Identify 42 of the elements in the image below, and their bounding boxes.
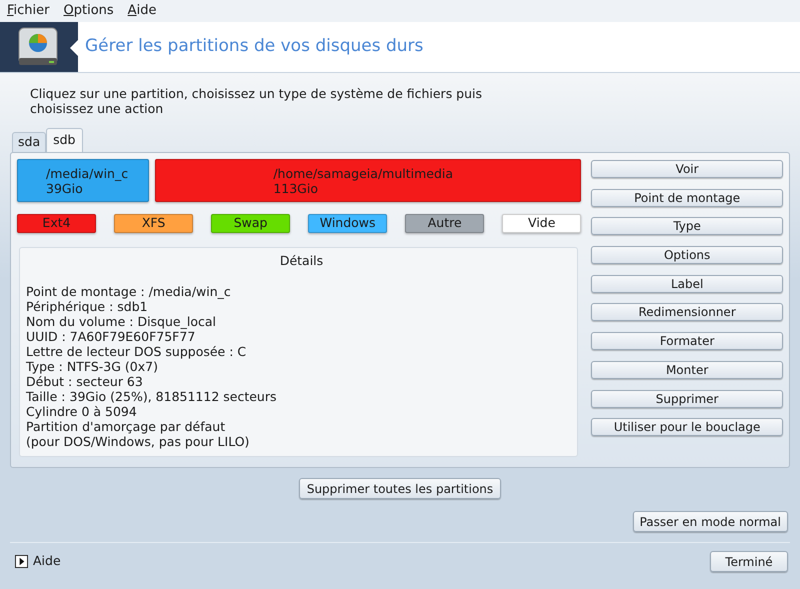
delete-all-button[interactable]: Supprimer toutes les partitions bbox=[298, 478, 502, 499]
action-button[interactable]: Formater bbox=[591, 332, 783, 350]
legend-swatch: Ext4 bbox=[17, 214, 96, 233]
legend-swatch: Autre bbox=[405, 214, 484, 233]
detail-line: (pour DOS/Windows, pas pour LILO) bbox=[26, 434, 250, 449]
detail-line: Partition d'amorçage par défaut bbox=[26, 418, 226, 434]
action-button[interactable]: Utiliser pour le bouclage bbox=[591, 418, 783, 436]
help-toggle[interactable]: Aide bbox=[15, 552, 61, 571]
detail-line: Périphérique : sdb1 bbox=[26, 298, 148, 314]
action-button[interactable]: Point de montage bbox=[591, 188, 783, 207]
detail-line: UUID : 7A60F79E60F75F77 bbox=[26, 328, 196, 344]
legend-swatch: Windows bbox=[308, 214, 388, 233]
action-button[interactable]: Label bbox=[591, 274, 783, 293]
detail-line: Nom du volume : Disque_local bbox=[26, 314, 217, 329]
action-button[interactable]: Redimensionner bbox=[591, 303, 783, 322]
detail-line: Type : NTFS-3G (0x7) bbox=[26, 358, 159, 374]
detail-line: Lettre de lecteur DOS supposée : C bbox=[26, 344, 248, 359]
menu-item[interactable]: Options bbox=[64, 1, 114, 21]
header-title: Gérer les partitions de vos disques durs bbox=[85, 35, 424, 58]
partition-block[interactable]: /media/win_c 39Gio bbox=[17, 159, 150, 202]
disk-tab[interactable]: sda bbox=[12, 132, 46, 152]
disk-tab[interactable]: sdb bbox=[46, 128, 82, 152]
legend-swatch: Swap bbox=[211, 214, 290, 233]
done-button[interactable]: Terminé bbox=[710, 551, 788, 572]
mode-button[interactable]: Passer en mode normal bbox=[632, 511, 788, 532]
instruction-text: Cliquez sur une partition, choisissez un type de système de fichiers puis choisissez une action bbox=[30, 86, 484, 116]
action-button[interactable]: Supprimer bbox=[591, 390, 783, 408]
detail-line: Cylindre 0 à 5094 bbox=[26, 404, 138, 419]
action-button[interactable]: Voir bbox=[591, 160, 783, 178]
action-button[interactable]: Monter bbox=[591, 360, 783, 379]
details-title: Détails bbox=[278, 252, 324, 270]
legend-swatch: XFS bbox=[114, 214, 194, 233]
menu-item[interactable]: Fichier bbox=[7, 1, 50, 21]
legend-swatch: Vide bbox=[502, 214, 582, 233]
partition-block[interactable]: /home/samageia/multimedia 113Gio bbox=[155, 159, 582, 202]
detail-line: Taille : 39Gio (25%), 81851112 secteurs bbox=[26, 388, 278, 404]
header-notch bbox=[70, 39, 79, 57]
menu-item[interactable]: Aide bbox=[128, 1, 156, 21]
detail-line: Point de montage : /media/win_c bbox=[26, 284, 232, 299]
action-button[interactable]: Options bbox=[591, 246, 783, 264]
detail-line: Début : secteur 63 bbox=[26, 374, 144, 389]
action-button[interactable]: Type bbox=[591, 217, 783, 236]
